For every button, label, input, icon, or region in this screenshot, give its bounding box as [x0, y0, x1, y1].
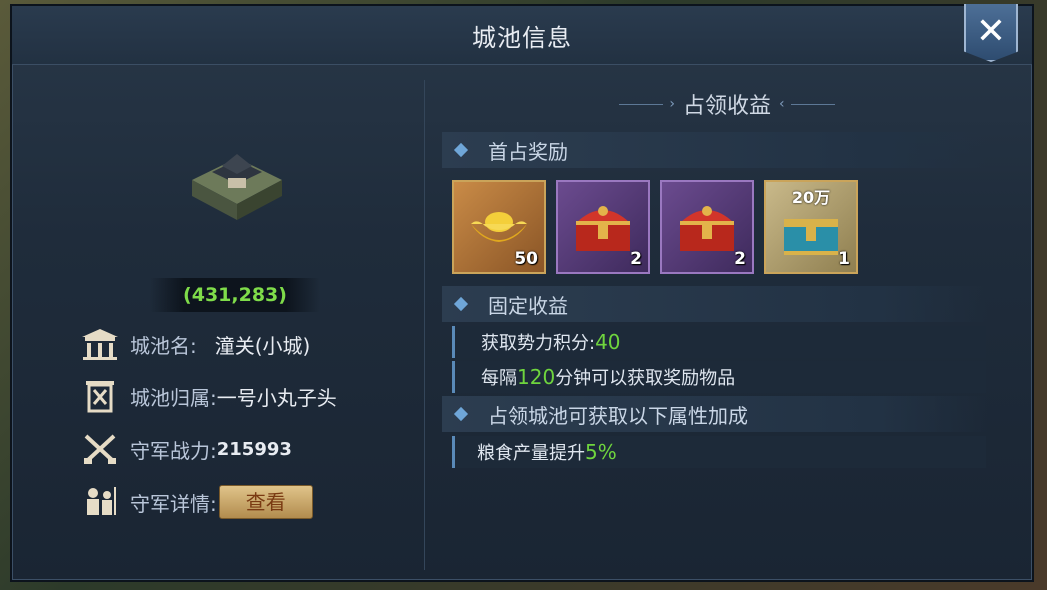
diamond-bullet-icon — [453, 142, 469, 158]
attribute-bonus-title: 占领城池可获取以下属性加成 — [488, 403, 748, 428]
city-name-row: 城池名: 潼关(小城) — [78, 324, 310, 364]
diamond-bullet-icon — [453, 296, 469, 312]
reward-item[interactable]: 2 — [556, 180, 650, 274]
item-quantity: 50 — [514, 249, 538, 269]
garrison-detail-label: 守军详情: — [130, 491, 217, 516]
row-prefix: 每隔 — [481, 368, 517, 389]
title-right-line — [790, 103, 835, 105]
title-left-line — [619, 103, 664, 105]
fixed-income-title: 固定收益 — [488, 293, 568, 318]
close-button[interactable]: ✕ — [964, 4, 1018, 62]
attribute-bonus-text: 粮食产量提升5% — [477, 439, 617, 465]
row-value: 120 — [517, 365, 556, 389]
gold-ingot-icon — [471, 212, 527, 242]
reward-item[interactable]: 50 — [452, 180, 546, 274]
item-amount-label: 20万 — [791, 188, 831, 207]
close-icon: ✕ — [975, 11, 1007, 52]
blue-chest-icon — [784, 219, 838, 255]
city-owner-row: 城池归属: 一号小丸子头 — [78, 376, 337, 416]
row-value: 5% — [585, 440, 617, 464]
panel-title: 城池信息 — [472, 24, 572, 52]
row-prefix: 粮食产量提升 — [477, 443, 585, 464]
city-name-value: 潼关(小城) — [214, 333, 311, 358]
diamond-bullet-icon — [453, 406, 469, 422]
left-arrow-icon: ‹ — [779, 96, 785, 112]
first-occupy-header: 首占奖励 — [442, 132, 988, 168]
fixed-income-row: 获取势力积分:40 — [452, 326, 986, 358]
row-prefix: 获取势力积分: — [481, 333, 596, 354]
city-name-label: 城池名: — [130, 333, 197, 358]
view-garrison-button[interactable]: 查看 — [218, 485, 313, 519]
fixed-income-header: 固定收益 — [442, 286, 988, 322]
garrison-power-row: 守军战力: 215993 — [78, 429, 292, 469]
fixed-income-row: 每隔120分钟可以获取奖励物品 — [452, 361, 986, 393]
crossed-swords-icon — [78, 430, 122, 468]
panel-header: 城池信息 — [12, 6, 1032, 65]
first-occupy-title: 首占奖励 — [488, 139, 568, 164]
garrison-power-value: 215993 — [216, 438, 292, 460]
red-chest-icon — [576, 206, 630, 251]
reward-items: 50 2 2 20万 1 — [452, 180, 858, 274]
city-gate-icon — [78, 325, 122, 363]
fixed-income-text: 获取势力积分:40 — [481, 329, 621, 355]
banner-icon — [78, 377, 122, 415]
city-coordinates: (431,283) — [150, 278, 320, 312]
city-owner-value: 一号小丸子头 — [216, 385, 337, 410]
red-chest-icon — [680, 206, 734, 251]
column-divider — [424, 80, 425, 570]
item-quantity: 2 — [734, 249, 746, 269]
attribute-bonus-header: 占领城池可获取以下属性加成 — [442, 396, 988, 432]
garrison-detail-row: 守军详情: 查看 — [78, 482, 313, 522]
occupy-rewards-title: › 占领收益 ‹ — [602, 88, 852, 120]
attribute-bonus-row: 粮食产量提升5% — [452, 436, 986, 468]
city-owner-label: 城池归属: — [130, 385, 217, 410]
city-building-icon — [192, 154, 282, 220]
reward-item[interactable]: 20万 1 — [764, 180, 858, 274]
garrison-power-label: 守军战力: — [130, 438, 217, 463]
item-quantity: 2 — [630, 249, 642, 269]
right-arrow-icon: › — [669, 96, 675, 112]
reward-item[interactable]: 2 — [660, 180, 754, 274]
city-info-panel: 城池信息 ✕ (431,283) 城池名: 潼关(小城) 城池归属: 一号小丸子… — [10, 4, 1034, 582]
row-suffix: 分钟可以获取奖励物品 — [555, 368, 736, 389]
soldiers-icon — [78, 483, 122, 521]
item-quantity: 1 — [838, 249, 850, 269]
row-value: 40 — [595, 330, 621, 354]
occupy-rewards-label: 占领收益 — [682, 94, 771, 119]
fixed-income-text: 每隔120分钟可以获取奖励物品 — [481, 364, 735, 390]
